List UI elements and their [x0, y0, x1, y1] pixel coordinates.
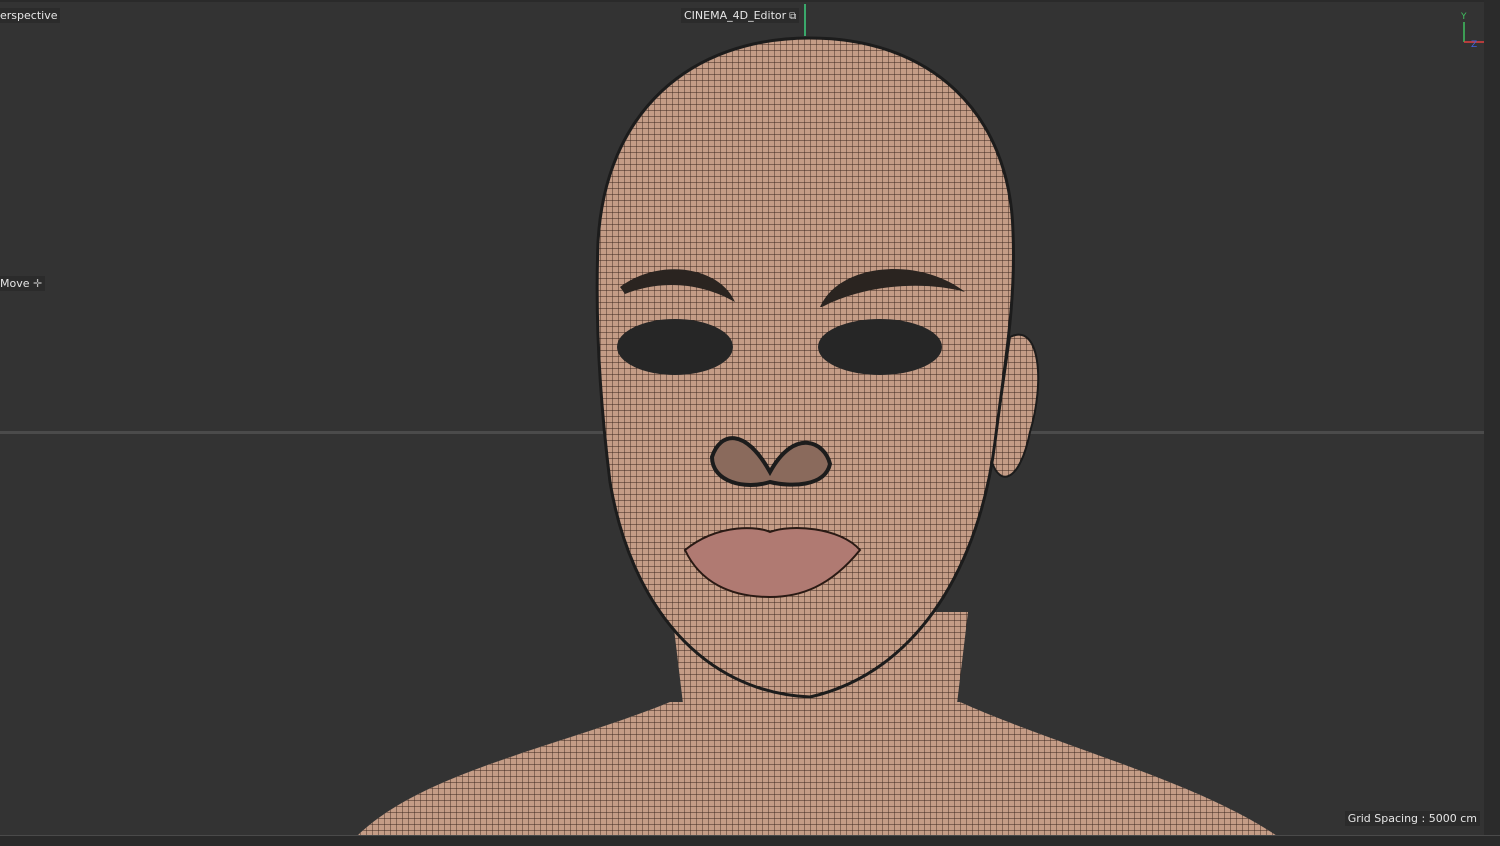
head-wireframe-model[interactable]: [0, 2, 1484, 838]
grid-spacing-label: Grid Spacing : 5000 cm: [1344, 811, 1480, 826]
camera-label[interactable]: CINEMA_4D_Editor ⧉: [681, 8, 800, 23]
tool-name: Move: [0, 277, 30, 290]
move-cross-icon: ✛: [33, 277, 43, 290]
3d-viewport[interactable]: erspective CINEMA_4D_Editor ⧉ Move ✛ Y Z …: [0, 0, 1493, 838]
camera-link-icon[interactable]: ⧉: [789, 11, 796, 22]
camera-name: CINEMA_4D_Editor: [684, 9, 787, 22]
view-name-label[interactable]: erspective: [0, 8, 61, 23]
axis-y-label: Y: [1460, 12, 1467, 22]
viewport-bottom-border: [0, 835, 1500, 846]
axis-z-label: Z: [1471, 40, 1477, 48]
active-tool-label: Move ✛: [0, 276, 46, 291]
camera-divider: [804, 4, 806, 36]
left-eye: [617, 319, 733, 375]
right-eye: [818, 319, 942, 375]
viewport-right-border: [1484, 0, 1500, 836]
